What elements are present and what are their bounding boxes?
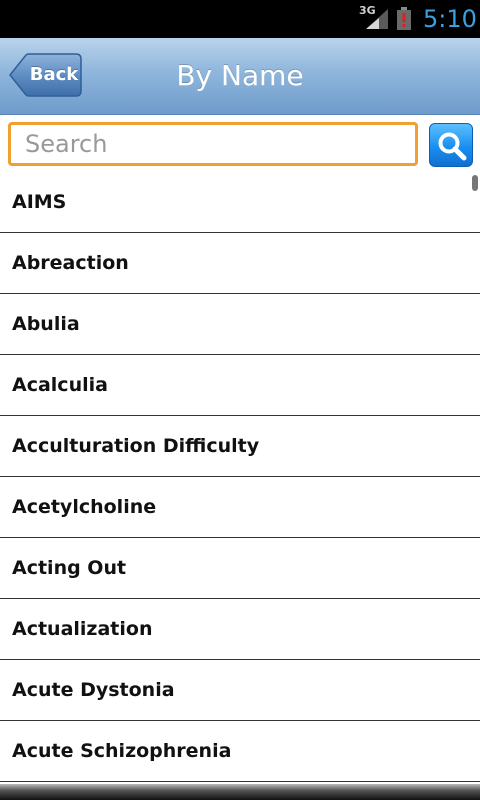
search-input[interactable]: [8, 122, 418, 166]
signal-icon: [366, 9, 388, 29]
title-bar: By Name Back: [0, 38, 480, 115]
back-button-label: Back: [29, 64, 79, 85]
clock: 5:10: [423, 5, 477, 33]
status-bar: 3G 5:10: [0, 0, 480, 38]
list-item[interactable]: Acculturation Difficulty: [0, 416, 480, 477]
list-item[interactable]: Actualization: [0, 599, 480, 660]
list-item[interactable]: Acetylcholine: [0, 477, 480, 538]
battery-alert-icon: [397, 7, 411, 30]
back-button[interactable]: Back: [8, 53, 82, 97]
search-row: [0, 115, 480, 175]
search-button[interactable]: [429, 123, 473, 167]
bottom-edge-shadow: [0, 784, 480, 800]
list-item[interactable]: Acute Dystonia: [0, 660, 480, 721]
app-screen: 3G 5:10 By Name Back Search AIMS Abreact…: [0, 0, 480, 800]
list-item[interactable]: Acalculia: [0, 355, 480, 416]
list-item[interactable]: Acting Out: [0, 538, 480, 599]
list-item[interactable]: AIMS: [0, 172, 480, 233]
list-item[interactable]: Acute Schizophrenia: [0, 721, 480, 782]
term-list: AIMS Abreaction Abulia Acalculia Accultu…: [0, 172, 480, 784]
scrollbar-thumb[interactable]: [472, 175, 478, 191]
magnifier-icon: [438, 132, 467, 161]
list-item[interactable]: Abreaction: [0, 233, 480, 294]
list-item[interactable]: Abulia: [0, 294, 480, 355]
